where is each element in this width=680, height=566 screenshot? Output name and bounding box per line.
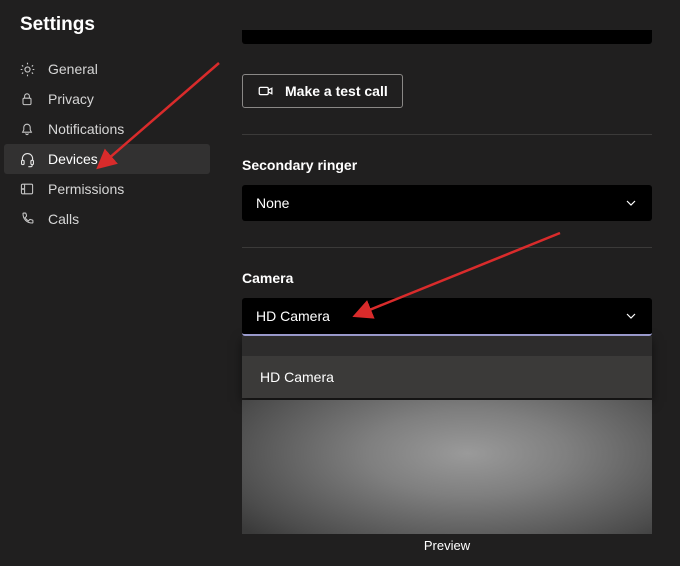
camera-label: Camera [242,270,662,286]
chevron-down-icon [624,309,638,323]
secondary-ringer-section: Secondary ringer None [242,157,662,221]
sidebar-item-label: Calls [48,211,79,227]
section-divider [242,134,652,135]
button-label: Make a test call [285,83,388,99]
section-divider [242,247,652,248]
sidebar-item-label: Notifications [48,121,124,137]
select-value: HD Camera [256,308,330,324]
gear-icon [18,60,36,78]
camera-preview [242,400,652,534]
phone-icon [18,210,36,228]
bell-icon [18,120,36,138]
key-icon [18,180,36,198]
sidebar-item-label: General [48,61,98,77]
headset-icon [18,150,36,168]
camera-dropdown: HD Camera [242,336,652,398]
cut-off-select[interactable] [242,30,652,44]
sidebar-item-label: Permissions [48,181,124,197]
select-value: None [256,195,289,211]
video-call-icon [257,82,275,100]
sidebar-item-devices[interactable]: Devices [4,144,210,174]
content-area: Make a test call Secondary ringer None C… [242,30,662,553]
camera-preview-label: Preview [242,534,652,553]
sidebar-item-general[interactable]: General [4,54,210,84]
chevron-down-icon [624,196,638,210]
camera-option-hd[interactable]: HD Camera [242,356,652,398]
make-test-call-button[interactable]: Make a test call [242,74,403,108]
camera-section: Camera HD Camera HD Camera Preview [242,270,662,553]
sidebar-item-notifications[interactable]: Notifications [4,114,210,144]
lock-icon [18,90,36,108]
option-label: HD Camera [260,369,334,385]
dropdown-spacer [242,336,652,356]
sidebar-item-permissions[interactable]: Permissions [4,174,210,204]
sidebar: General Privacy Notifications Devices Pe… [4,54,210,234]
camera-select[interactable]: HD Camera [242,298,652,336]
sidebar-item-calls[interactable]: Calls [4,204,210,234]
sidebar-item-label: Privacy [48,91,94,107]
secondary-ringer-label: Secondary ringer [242,157,662,173]
sidebar-item-privacy[interactable]: Privacy [4,84,210,114]
secondary-ringer-select[interactable]: None [242,185,652,221]
sidebar-item-label: Devices [48,151,98,167]
